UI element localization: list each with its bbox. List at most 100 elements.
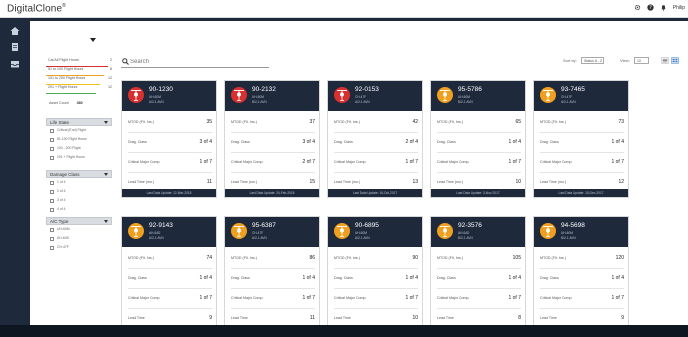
brand-mark: ® — [62, 3, 66, 9]
card-footer: Last Data Update: 24-Feb-2018 — [225, 189, 319, 197]
filter-option[interactable]: 2 of 4 — [46, 187, 112, 196]
card-metric: MTOD (Flt. hrs.) 42 — [334, 113, 418, 133]
card-metric: Drag. Class 1 of 4 — [540, 269, 624, 289]
filter-option[interactable]: AH-64D — [46, 234, 112, 243]
card-metric: Critical Major Comp. 1 of 7 — [231, 289, 315, 309]
metric-label: Critical Major Comp. — [437, 160, 470, 164]
checkbox[interactable] — [50, 207, 54, 212]
card-header: 95-6387 CH-47F A/2-1 AVN — [225, 217, 319, 247]
filter-section-header[interactable]: Damage Class — [46, 170, 112, 178]
filter-option[interactable]: 51-100 Flight Hours — [46, 135, 112, 144]
card-header: 90-6895 UH-60M A/2-1 AVN — [328, 217, 422, 247]
filter-option-label: 51-100 Flight Hours — [57, 137, 87, 141]
view-count-select[interactable]: 10 — [634, 57, 649, 64]
metric-label: Lead Time — [231, 316, 248, 320]
asset-card[interactable]: 95-6387 CH-47F A/2-1 AVN MTOD (Flt. hrs.) 86… — [224, 216, 320, 334]
asset-id[interactable]: 90-1230 — [149, 86, 173, 93]
asset-card[interactable]: 95-5786 UH-60M B/2-1 AVN MTOD (Flt. hrs.) 65… — [430, 80, 526, 198]
asset-card[interactable]: 94-5698 UH-60M B/2-1 AVN MTOD (Flt. hrs.) 12… — [533, 216, 629, 334]
asset-id[interactable]: 95-5786 — [458, 86, 482, 93]
checkbox[interactable] — [50, 189, 54, 194]
asset-id[interactable]: 95-6387 — [252, 222, 276, 229]
metric-value: 73 — [618, 119, 624, 125]
inbox-icon[interactable] — [10, 59, 20, 69]
metric-value: 12 — [618, 179, 624, 185]
brand-logo[interactable]: DigitalClone® — [7, 3, 66, 14]
checkbox[interactable] — [50, 137, 54, 142]
list-view-icon[interactable] — [661, 57, 669, 64]
asset-id[interactable]: 92-3576 — [458, 222, 482, 229]
card-metric: Critical Major Comp. 1 of 7 — [128, 289, 212, 309]
metric-value: 1 of 7 — [611, 159, 624, 165]
range-count: 12 — [108, 76, 112, 80]
asset-card[interactable]: 93-7465 CH-47F A/2-1 AVN MTOD (Flt. hrs.) 73… — [533, 80, 629, 198]
asset-id[interactable]: 90-6895 — [355, 222, 379, 229]
asset-id[interactable]: 92-9143 — [149, 222, 173, 229]
status-indicator — [437, 87, 453, 103]
range-count: 12 — [108, 85, 112, 89]
gear-icon[interactable] — [634, 4, 641, 11]
asset-unit: A/2-1 AVN — [561, 100, 576, 104]
search-bar[interactable] — [121, 56, 269, 68]
checkbox[interactable] — [50, 146, 54, 151]
user-name[interactable]: Philip — [673, 5, 685, 11]
checkbox[interactable] — [50, 155, 54, 160]
metric-value: 9 — [209, 315, 212, 321]
metric-label: Critical Major Comp. — [231, 160, 264, 164]
asset-unit: B/2-1 AVN — [561, 236, 576, 240]
metric-value: 1 of 7 — [508, 159, 521, 165]
asset-unit: B/2-1 AVN — [458, 236, 473, 240]
checkbox[interactable] — [50, 227, 54, 232]
document-icon[interactable] — [10, 42, 20, 52]
asset-id[interactable]: 94-5698 — [561, 222, 585, 229]
checkbox[interactable] — [50, 128, 54, 133]
metric-value: 1 of 7 — [199, 295, 212, 301]
filter-option[interactable]: 3 of 4 — [46, 196, 112, 205]
asset-id[interactable]: 93-7465 — [561, 86, 585, 93]
chevron-down-icon[interactable] — [90, 38, 96, 42]
filter-section-header[interactable]: A/C Type — [46, 217, 112, 225]
asset-card[interactable]: 90-6895 UH-60M A/2-1 AVN MTOD (Flt. hrs.) 90… — [327, 216, 423, 334]
filter-option[interactable]: Critical (End) Flight — [46, 126, 112, 135]
checkbox[interactable] — [50, 198, 54, 203]
filter-option[interactable]: 4 of 4 — [46, 205, 112, 214]
filter-section-header[interactable]: Life State — [46, 118, 112, 126]
filter-option[interactable]: 100 - 200 Flight — [46, 144, 112, 153]
filter-option[interactable]: 1 of 4 — [46, 178, 112, 187]
checkbox[interactable] — [50, 245, 54, 250]
bell-icon[interactable] — [660, 4, 667, 11]
search-input[interactable] — [130, 57, 260, 66]
grid-view-icon[interactable] — [671, 57, 679, 64]
helicopter-icon — [440, 90, 450, 101]
asset-id[interactable]: 92-0153 — [355, 86, 379, 93]
metric-value: 13 — [412, 179, 418, 185]
filter-option[interactable]: CH-47F — [46, 243, 112, 252]
checkbox[interactable] — [50, 236, 54, 241]
search-icon — [122, 58, 129, 65]
card-header: 90-1230 UH-60M A/2-1 AVN — [122, 81, 216, 111]
asset-card[interactable]: 92-9143 AH-64D A/2-1 AVN MTOD (Flt. hrs.) 74… — [121, 216, 217, 334]
asset-card[interactable]: 90-2132 UH-60M B/2-1 AVN MTOD (Flt. hrs.) 37… — [224, 80, 320, 198]
asset-card[interactable]: 90-1230 UH-60M A/2-1 AVN MTOD (Flt. hrs.) 35… — [121, 80, 217, 198]
card-footer: Last Data Update: 3-Nov-2017 — [431, 189, 525, 197]
metric-value: 1 of 4 — [508, 139, 521, 145]
metric-label: Lead Time (mo.) — [334, 180, 361, 184]
metric-label: MTOD (Flt. hrs.) — [128, 120, 154, 124]
helicopter-icon — [337, 226, 347, 237]
filter-option[interactable]: UH-60M — [46, 225, 112, 234]
checkbox[interactable] — [50, 180, 54, 185]
card-footer: Last Data Update: 15-Dec-2017 — [534, 189, 628, 197]
home-icon[interactable] — [10, 26, 20, 36]
asset-id[interactable]: 90-2132 — [252, 86, 276, 93]
sort-select[interactable]: Status A - Z — [581, 57, 604, 64]
metric-label: MTOD (Flt. hrs.) — [437, 120, 463, 124]
metric-label: Drag. Class — [334, 276, 353, 280]
help-icon[interactable]: ? — [647, 4, 654, 11]
filter-option[interactable]: 201 + Flight Hours — [46, 153, 112, 162]
metric-label: Lead Time (mo.) — [231, 180, 258, 184]
asset-card[interactable]: 92-0153 CH-47F A/2-1 AVN MTOD (Flt. hrs.) 42… — [327, 80, 423, 198]
metric-value: 1 of 7 — [302, 295, 315, 301]
range-item[interactable]: 201 + Flight Hours 12 — [46, 84, 112, 94]
metric-value: 11 — [206, 179, 212, 185]
asset-card[interactable]: 92-3576 AH-64D B/2-1 AVN MTOD (Flt. hrs.) 10… — [430, 216, 526, 334]
